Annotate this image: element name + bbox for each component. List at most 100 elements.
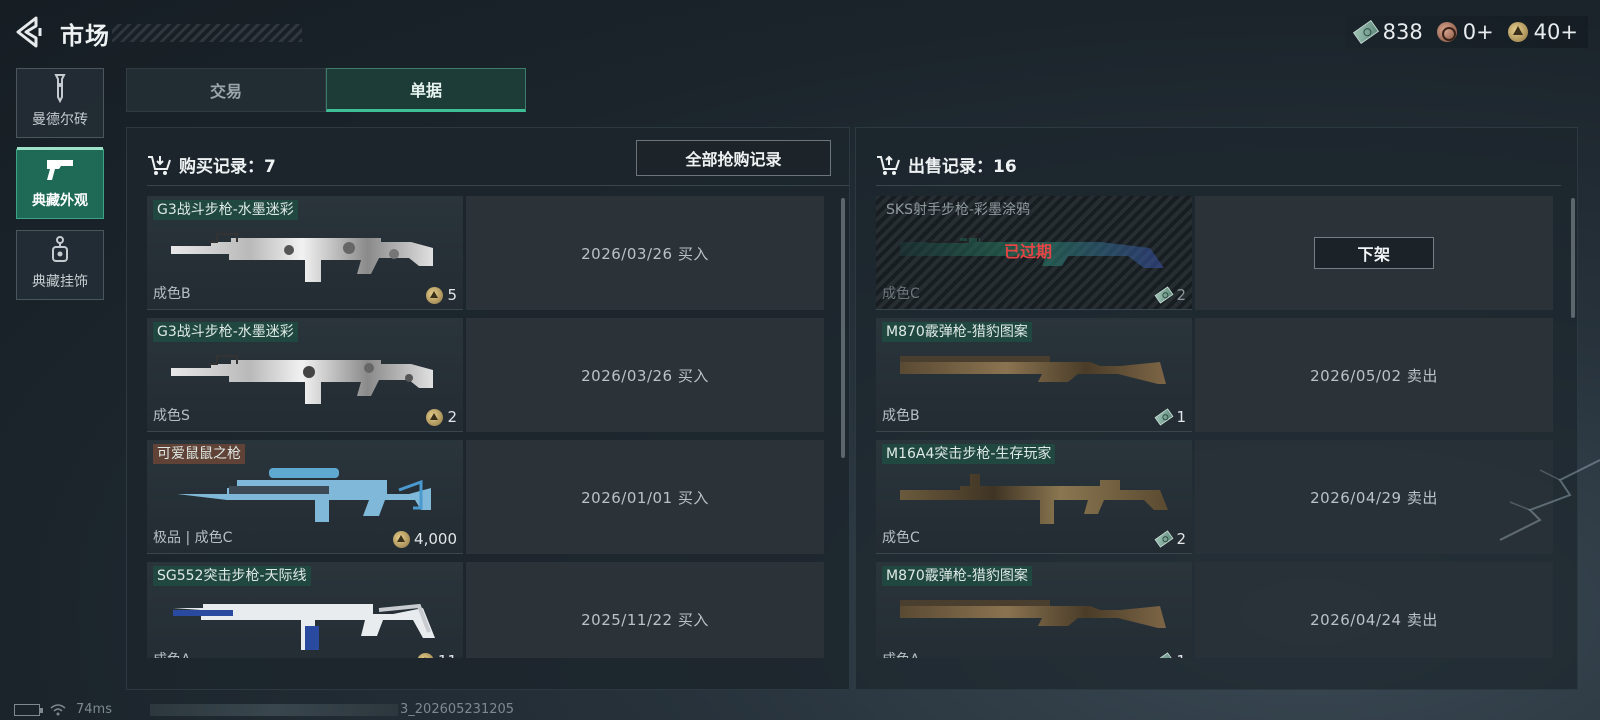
banknote-icon — [1155, 286, 1174, 304]
price-value: 2 — [1176, 530, 1186, 548]
cute-mouse-gun-image — [177, 468, 431, 522]
m870-shotgun-image — [900, 600, 1166, 628]
purchase-row[interactable]: SG552突击步枪-天际线 成色A 11 2025/11/22 买入 — [147, 562, 824, 658]
pistol-icon — [45, 154, 75, 184]
item-card: G3战斗步枪-水墨迷彩 成色B 5 — [147, 196, 463, 310]
item-card: M870霰弹枪-猎豹图案 成色A 1 — [876, 562, 1192, 658]
item-price: 5 — [426, 286, 457, 304]
purchase-date: 2026/03/26 买入 — [466, 196, 824, 310]
sales-panel: 出售记录：16 SKS射手步枪-彩墨涂鸦 已过期 成色C 2 下架 M870霰弹… — [855, 127, 1578, 690]
gold-coin-icon — [416, 652, 434, 658]
gold-coin-icon — [393, 530, 411, 548]
all-flash-purchase-button[interactable]: 全部抢购记录 — [636, 140, 831, 176]
purchase-row[interactable]: G3战斗步枪-水墨迷彩 成色B 5 2026/03/26 买入 — [147, 196, 824, 310]
item-grade: 成色B — [882, 408, 920, 424]
price-value: 1 — [1176, 652, 1186, 658]
item-name: M16A4突击步枪-生存玩家 — [882, 444, 1056, 464]
notes-amount: 838 — [1382, 20, 1423, 44]
item-grade: 成色C — [882, 286, 920, 302]
back-button[interactable] — [14, 16, 44, 48]
item-grade: 成色C — [882, 530, 920, 546]
item-grade: 成色S — [153, 408, 190, 424]
sidebar-item-label: 曼德尔砖 — [32, 112, 88, 128]
item-card: G3战斗步枪-水墨迷彩 成色S 2 — [147, 318, 463, 432]
price-value: 11 — [438, 652, 457, 658]
gold-coin-icon — [426, 408, 444, 426]
build-id: 3_202605231205 — [150, 702, 514, 717]
item-price: 2 — [426, 408, 457, 426]
item-price: 11 — [416, 652, 457, 658]
item-card: M16A4突击步枪-生存玩家 成色C 2 — [876, 440, 1192, 554]
m870-shotgun-image — [900, 356, 1166, 384]
sales-header: 出售记录：16 — [876, 152, 1017, 177]
sg552-rifle-image — [173, 603, 435, 650]
purchase-panel: 购买记录：7 全部抢购记录 G3战斗步枪-水墨迷彩 成色B 5 2026/03/… — [126, 127, 850, 690]
lightning-decoration — [1499, 459, 1600, 541]
expired-label: 已过期 — [1004, 242, 1053, 261]
price-value: 2 — [1176, 286, 1186, 304]
item-card: 可爱鼠鼠之枪 极品 | 成色C 4,000 — [147, 440, 463, 554]
tab-trade[interactable]: 交易 — [126, 68, 326, 112]
item-price: 1 — [1155, 408, 1186, 426]
sidebar-item-brick[interactable]: 曼德尔砖 — [16, 68, 104, 138]
item-price: 2 — [1155, 530, 1186, 548]
sidebar-item-charms[interactable]: 典藏挂饰 — [16, 230, 104, 300]
wifi-icon — [50, 703, 66, 715]
item-name: SG552突击步枪-天际线 — [153, 566, 311, 586]
currency-notes[interactable]: 838 — [1352, 19, 1423, 45]
purchase-row[interactable]: G3战斗步枪-水墨迷彩 成色S 2 2026/03/26 买入 — [147, 318, 824, 432]
divider — [876, 185, 1561, 186]
gold-coin-icon — [426, 286, 444, 304]
item-grade: 成色B — [153, 286, 191, 302]
currency-bronze[interactable]: 0+ — [1436, 20, 1494, 44]
item-name: G3战斗步枪-水墨迷彩 — [153, 322, 298, 342]
title-decoration — [112, 24, 302, 42]
item-card: SKS射手步枪-彩墨涂鸦 已过期 成色C 2 — [876, 196, 1192, 310]
item-name: M870霰弹枪-猎豹图案 — [882, 566, 1032, 586]
brick-icon — [45, 73, 75, 103]
purchase-scrollbar[interactable] — [841, 198, 845, 458]
divider — [147, 185, 849, 186]
sidebar-item-collection-skins[interactable]: 典藏外观 — [16, 147, 104, 219]
gold-amount: 40+ — [1533, 20, 1578, 44]
purchase-title: 购买记录：7 — [179, 157, 276, 177]
bronze-amount: 0+ — [1462, 20, 1494, 44]
purchase-header: 购买记录：7 — [147, 152, 276, 177]
gold-coin-icon — [1507, 22, 1528, 42]
item-name: M870霰弹枪-猎豹图案 — [882, 322, 1032, 342]
g3-rifle-image — [171, 233, 433, 282]
sale-row[interactable]: M870霰弹枪-猎豹图案 成色B 1 2026/05/02 卖出 — [876, 318, 1553, 432]
sale-row-expired[interactable]: SKS射手步枪-彩墨涂鸦 已过期 成色C 2 下架 — [876, 196, 1553, 310]
sales-title: 出售记录：16 — [908, 157, 1017, 177]
price-value: 5 — [447, 286, 457, 304]
price-value: 4,000 — [414, 530, 457, 548]
charm-icon — [45, 235, 75, 265]
item-grade: 成色A — [882, 649, 920, 658]
purchase-date: 2026/01/01 买入 — [466, 440, 824, 554]
item-grade: 极品 | 成色C — [153, 530, 233, 546]
purchase-date: 2026/03/26 买入 — [466, 318, 824, 432]
item-name: SKS射手步枪-彩墨涂鸦 — [886, 202, 1031, 218]
sale-action-area: 下架 — [1195, 196, 1553, 310]
tab-bar: 交易 单据 — [126, 68, 526, 112]
ping-value: 74ms — [76, 702, 112, 717]
item-card: M870霰弹枪-猎豹图案 成色B 1 — [876, 318, 1192, 432]
banknote-icon — [1155, 408, 1174, 426]
redacted-text — [150, 704, 398, 716]
g3-rifle-image — [171, 355, 433, 404]
page-title: 市场 — [60, 22, 110, 50]
sale-date: 2026/05/02 卖出 — [1195, 318, 1553, 432]
price-value: 1 — [1176, 408, 1186, 426]
sidebar-item-label: 典藏挂饰 — [32, 274, 88, 290]
purchase-row[interactable]: 可爱鼠鼠之枪 极品 | 成色C 4,000 2026/01/01 买入 — [147, 440, 824, 554]
status-bar: 74ms — [14, 702, 112, 717]
cart-in-icon — [147, 154, 171, 176]
purchase-date: 2025/11/22 买入 — [466, 562, 824, 658]
cart-out-icon — [876, 154, 900, 176]
currency-gold[interactable]: 40+ — [1507, 20, 1578, 44]
tab-records[interactable]: 单据 — [326, 68, 526, 112]
build-text: 3_202605231205 — [400, 702, 515, 717]
delist-button[interactable]: 下架 — [1314, 237, 1434, 269]
item-price: 2 — [1155, 286, 1186, 304]
sales-scrollbar[interactable] — [1571, 198, 1575, 318]
